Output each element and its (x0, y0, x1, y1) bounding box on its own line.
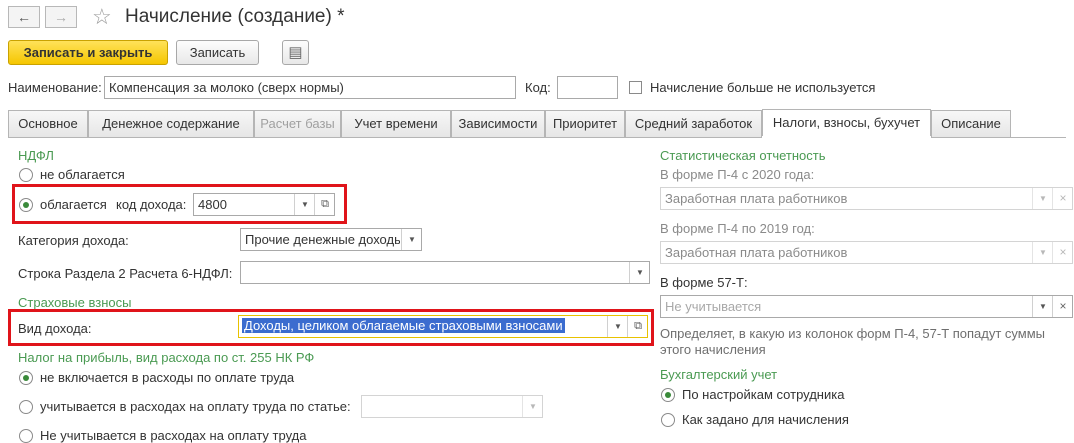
clear-icon[interactable]: × (1052, 296, 1073, 317)
profit-tax-section-title: Налог на прибыль, вид расхода по ст. 255… (18, 350, 315, 365)
chevron-down-icon[interactable]: ▼ (401, 229, 422, 250)
p4-2020-label: В форме П-4 с 2020 года: (660, 167, 815, 182)
accounting-opt2-radio[interactable] (661, 413, 675, 427)
f57t-label: В форме 57-Т: (660, 275, 748, 290)
tab-time-tracking[interactable]: Учет времени (341, 110, 451, 137)
chevron-down-icon[interactable]: ▼ (1032, 188, 1053, 209)
ndfl-not-taxed-label: не облагается (40, 167, 125, 182)
clear-icon[interactable]: × (1052, 242, 1073, 263)
chevron-down-icon[interactable]: ▼ (629, 262, 650, 283)
unused-label: Начисление больше не используется (650, 80, 876, 95)
profit-tax-opt3-label: Не учитывается в расходах на оплату труд… (40, 428, 307, 443)
page-title: Начисление (создание) * (125, 6, 345, 27)
back-button[interactable]: ← (8, 6, 40, 28)
p4-2019-label: В форме П-4 по 2019 год: (660, 221, 815, 236)
forward-button[interactable]: → (45, 6, 77, 28)
arrow-left-icon: ← (17, 9, 31, 25)
clear-icon[interactable]: × (1052, 188, 1073, 209)
accounting-opt1-radio[interactable] (661, 388, 675, 402)
name-field-value: Компенсация за молоко (сверх нормы) (109, 80, 344, 95)
save-button[interactable]: Записать (176, 40, 259, 65)
document-icon[interactable]: ▤ (282, 40, 309, 65)
active-tab-gap (762, 136, 931, 138)
star-icon[interactable]: ☆ (92, 4, 112, 30)
tab-dependencies[interactable]: Зависимости (451, 110, 545, 137)
p4-2020-field[interactable]: Заработная плата работников ▼ × (660, 187, 1073, 210)
row6-field[interactable]: ▼ (240, 261, 650, 284)
profit-tax-opt2-label: учитывается в расходах на оплату труда п… (40, 399, 351, 414)
code-label: Код: (525, 80, 551, 95)
p4-2020-value: Заработная плата работников (665, 191, 848, 206)
category-field[interactable]: Прочие денежные доходы ▼ (240, 228, 422, 251)
accounting-opt2-label: Как задано для начисления (682, 412, 849, 427)
chevron-down-icon[interactable]: ▼ (1032, 242, 1053, 263)
row6-label: Строка Раздела 2 Расчета 6-НДФЛ: (18, 266, 233, 281)
category-label: Категория дохода: (18, 233, 129, 248)
tab-main[interactable]: Основное (8, 110, 88, 137)
statistics-note: Определяет, в какую из колонок форм П-4,… (660, 326, 1046, 357)
p4-2019-field[interactable]: Заработная плата работников ▼ × (660, 241, 1073, 264)
chevron-down-icon[interactable]: ▼ (1032, 296, 1053, 317)
f57t-placeholder: Не учитывается (665, 299, 762, 314)
tab-taxes[interactable]: Налоги, взносы, бухучет (762, 109, 931, 137)
category-value: Прочие денежные доходы (245, 232, 400, 247)
chevron-down-icon[interactable]: ▼ (522, 396, 543, 417)
profit-tax-opt1-radio[interactable] (19, 371, 33, 385)
f57t-field[interactable]: Не учитывается ▼ × (660, 295, 1073, 318)
expense-article-field[interactable]: ▼ (361, 395, 543, 418)
arrow-right-icon: → (54, 9, 68, 25)
highlight-frame-ndfl (12, 184, 347, 224)
highlight-frame-insurance (8, 309, 654, 346)
tab-base-calc[interactable]: Расчет базы (254, 110, 341, 137)
profit-tax-opt1-label: не включается в расходы по оплате труда (40, 370, 295, 385)
insurance-section-title: Страховые взносы (18, 295, 132, 310)
accounting-section-title: Бухгалтерский учет (660, 367, 778, 382)
ndfl-section-title: НДФЛ (18, 148, 54, 163)
statistics-section-title: Статистическая отчетность (660, 148, 826, 163)
name-field[interactable]: Компенсация за молоко (сверх нормы) (104, 76, 516, 99)
p4-2019-value: Заработная плата работников (665, 245, 848, 260)
tab-description[interactable]: Описание (931, 110, 1011, 137)
unused-checkbox[interactable] (629, 81, 642, 94)
tab-monetary[interactable]: Денежное содержание (88, 110, 254, 137)
tab-priority[interactable]: Приоритет (545, 110, 625, 137)
profit-tax-opt3-radio[interactable] (19, 429, 33, 443)
accounting-opt1-label: По настройкам сотрудника (682, 387, 845, 402)
ndfl-not-taxed-radio[interactable] (19, 168, 33, 182)
name-label: Наименование: (8, 80, 102, 95)
save-and-close-button[interactable]: Записать и закрыть (8, 40, 168, 65)
profit-tax-opt2-radio[interactable] (19, 400, 33, 414)
code-field[interactable] (557, 76, 618, 99)
tab-average-earnings[interactable]: Средний заработок (625, 110, 762, 137)
